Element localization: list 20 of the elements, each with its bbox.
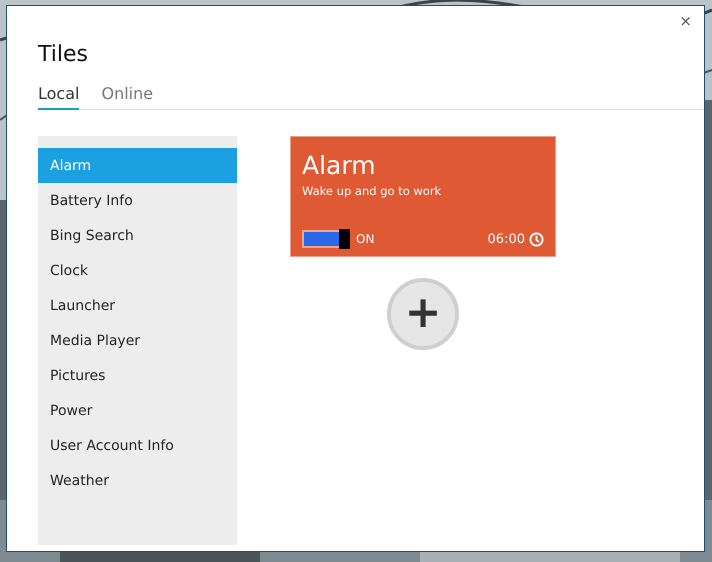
- switch-state: ON: [356, 232, 374, 246]
- add-button[interactable]: +: [387, 278, 459, 350]
- close-button[interactable]: ×: [675, 10, 696, 32]
- toggle-switch[interactable]: [302, 230, 350, 248]
- list-item[interactable]: Launcher: [38, 288, 237, 323]
- list-item[interactable]: Power: [38, 393, 237, 428]
- list-item[interactable]: Battery Info: [38, 183, 237, 218]
- tab[interactable]: Local: [38, 82, 80, 110]
- tab[interactable]: Online: [101, 82, 154, 110]
- alarm-time: 06:00: [488, 232, 525, 246]
- clock-icon: [529, 232, 544, 246]
- list-item[interactable]: Weather: [38, 463, 237, 498]
- list-item[interactable]: User Account Info: [38, 428, 237, 463]
- list-item[interactable]: Bing Search: [38, 218, 237, 253]
- list-item[interactable]: Pictures: [38, 358, 237, 393]
- list-item[interactable]: Media Player: [38, 323, 237, 358]
- tile-title: Alarm: [302, 151, 377, 181]
- dialog-title: Tiles: [38, 42, 89, 68]
- tile-subtitle: Wake up and go to work: [302, 184, 442, 198]
- list-item[interactable]: Clock: [38, 253, 237, 288]
